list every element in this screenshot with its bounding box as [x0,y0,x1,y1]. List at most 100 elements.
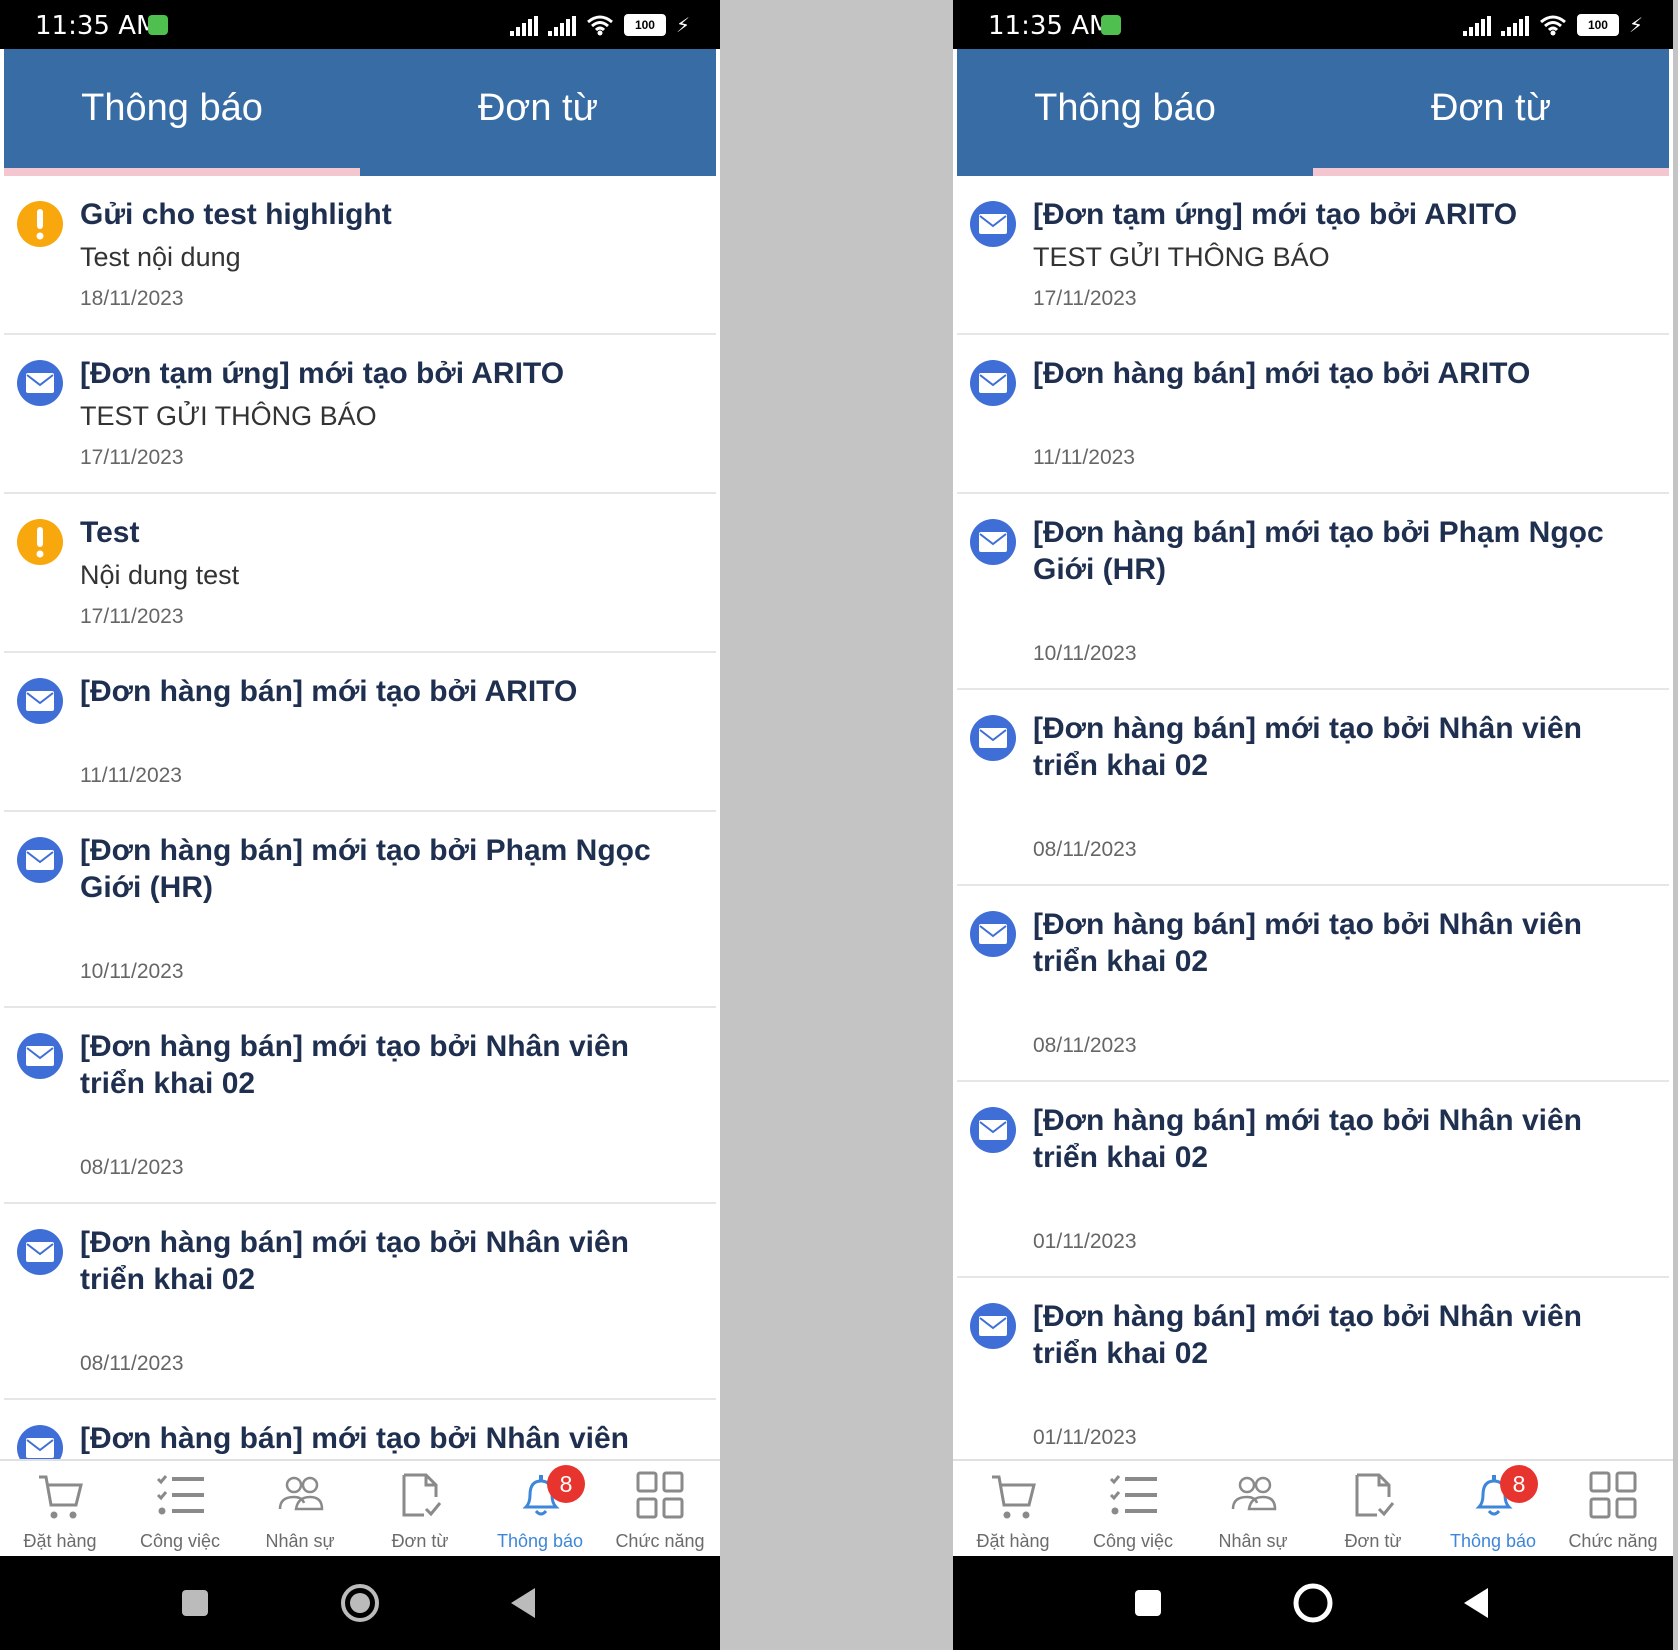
notification-item[interactable]: [Đơn hàng bán] mới tạo bởi Nhân viên tri… [957,690,1669,886]
status-bar: 11:35 AM 100 ⚡ [953,0,1673,49]
home-button[interactable] [1273,1556,1353,1650]
charging-icon: ⚡ [675,15,690,37]
notification-title: Gửi cho test highlight [80,198,392,231]
system-navigation-bar [953,1556,1673,1650]
app-notification-icon [148,15,168,35]
tab-don-tu[interactable]: Đơn từ [360,49,716,168]
nav-chuc-nang[interactable]: Chức năng [600,1461,720,1556]
nav-label: Công việc [1092,1531,1174,1551]
notification-item[interactable]: [Đơn hàng bán] mới tạo bởi ARITO 11/11/2… [957,335,1669,494]
nav-don-tu[interactable]: Đơn từ [360,1461,480,1556]
nav-label: Chức năng [615,1531,705,1551]
notification-item[interactable]: Gửi cho test highlight Test nội dung 18/… [4,176,716,335]
nav-label: Đơn từ [391,1531,449,1551]
mail-icon [970,911,1016,957]
phone-screen-right: 11:35 AM 100 ⚡ Thông báo Đơn từ [Đơn tạm… [953,0,1673,1650]
cart-icon [992,1475,1036,1519]
notification-item[interactable]: [Đơn hàng bán] mới tạo bởi Nhân viên tri… [4,1204,716,1400]
circle-icon [341,1584,379,1622]
notification-title: [Đơn tạm ứng] mới tạo bởi ARITO [80,357,565,390]
people-icon [1231,1476,1277,1511]
home-button[interactable] [320,1556,400,1650]
circle-icon [1293,1583,1333,1623]
notification-item[interactable]: [Đơn hàng bán] mới tạo bởi Nhân viên tri… [4,1400,716,1459]
back-button[interactable] [485,1556,565,1650]
mail-icon [17,678,63,724]
nav-don-tu[interactable]: Đơn từ [1313,1461,1433,1556]
notification-item[interactable]: [Đơn hàng bán] mới tạo bởi Phạm Ngọc Giớ… [957,494,1669,690]
notification-list[interactable]: [Đơn tạm ứng] mới tạo bởi ARITO TEST GỬI… [957,176,1669,1459]
back-button[interactable] [1438,1556,1518,1650]
document-icon [402,1473,442,1517]
recents-button[interactable] [1108,1556,1188,1650]
nav-chuc-nang[interactable]: Chức năng [1553,1461,1673,1556]
nav-label: Chức năng [1568,1531,1658,1551]
notification-date: 01/11/2023 [1033,1426,1137,1449]
tab-indicator [4,168,360,176]
mail-icon [970,1107,1016,1153]
notification-date: 11/11/2023 [1033,446,1135,469]
nav-dat-hang[interactable]: Đặt hàng [0,1461,120,1556]
notification-item[interactable]: [Đơn tạm ứng] mới tạo bởi ARITO TEST GỬI… [957,176,1669,335]
notification-date: 08/11/2023 [1033,1034,1137,1057]
notification-title: [Đơn hàng bán] mới tạo bởi ARITO [1033,357,1531,390]
status-time: 11:35 AM [988,11,1112,41]
signal-icon [509,16,538,36]
notification-title: [Đơn hàng bán] mới tạo bởi Phạm Ngọc Giớ… [80,834,651,904]
notification-title: Test [80,516,140,549]
recents-button[interactable] [155,1556,235,1650]
nav-cong-viec[interactable]: Công việc [1073,1461,1193,1556]
notification-title: [Đơn hàng bán] mới tạo bởi Nhân viên tri… [1033,1104,1582,1174]
notification-date: 18/11/2023 [80,287,184,310]
notification-date: 17/11/2023 [1033,287,1137,310]
mail-icon [17,837,63,883]
notification-date: 08/11/2023 [1033,838,1137,861]
notification-list[interactable]: Gửi cho test highlight Test nội dung 18/… [4,176,716,1459]
app-notification-icon [1101,15,1121,35]
notification-title: [Đơn hàng bán] mới tạo bởi Nhân viên tri… [80,1226,629,1296]
mail-icon [970,1303,1016,1349]
notification-date: 08/11/2023 [80,1156,184,1179]
notification-item[interactable]: Test Nội dung test 17/11/2023 [4,494,716,653]
nav-dat-hang[interactable]: Đặt hàng [953,1461,1073,1556]
square-icon [182,1590,208,1616]
notification-item[interactable]: [Đơn tạm ứng] mới tạo bởi ARITO TEST GỬI… [4,335,716,494]
notification-item[interactable]: [Đơn hàng bán] mới tạo bởi Nhân viên tri… [957,1082,1669,1278]
notification-date: 10/11/2023 [80,960,184,983]
mail-icon [970,715,1016,761]
nav-thong-bao[interactable]: 8 Thông báo [1433,1461,1553,1556]
notification-badge: 8 [1500,1465,1538,1503]
nav-label: Đơn từ [1344,1531,1402,1551]
nav-cong-viec[interactable]: Công việc [120,1461,240,1556]
status-time: 11:35 AM [35,11,159,41]
tab-thong-bao[interactable]: Thông báo [957,49,1313,168]
mail-icon [970,519,1016,565]
tab-bar: Thông báo Đơn từ [4,49,716,176]
notification-title: [Đơn hàng bán] mới tạo bởi Phạm Ngọc Giớ… [1033,516,1604,586]
task-list-icon [156,1475,204,1515]
notification-badge: 8 [547,1465,585,1503]
mail-icon [970,360,1016,406]
signal-icon [547,16,576,36]
signal-icon [1462,16,1491,36]
nav-nhan-su[interactable]: Nhân sự [1193,1461,1313,1556]
tab-thong-bao[interactable]: Thông báo [4,49,360,168]
notification-item[interactable]: [Đơn hàng bán] mới tạo bởi Nhân viên tri… [4,1008,716,1204]
bottom-navigation: Đặt hàng Công việc Nhân sự Đơn từ 8 Thôn… [953,1459,1673,1556]
notification-title: [Đơn hàng bán] mới tạo bởi Nhân viên tri… [1033,712,1582,782]
document-icon [1355,1473,1395,1517]
people-icon [278,1476,324,1511]
charging-icon: ⚡ [1628,15,1643,37]
tab-don-tu[interactable]: Đơn từ [1313,49,1669,168]
notification-item[interactable]: [Đơn hàng bán] mới tạo bởi ARITO 11/11/2… [4,653,716,812]
notification-content: TEST GỬI THÔNG BÁO [80,401,377,431]
phone-screen-left: 11:35 AM 100 ⚡ Thông báo Đơn từ Gửi cho … [0,0,720,1650]
notification-item[interactable]: [Đơn hàng bán] mới tạo bởi Nhân viên tri… [957,1278,1669,1459]
notification-item[interactable]: [Đơn hàng bán] mới tạo bởi Phạm Ngọc Giớ… [4,812,716,1008]
tab-bar: Thông báo Đơn từ [957,49,1669,176]
system-navigation-bar [0,1556,720,1650]
notification-item[interactable]: [Đơn hàng bán] mới tạo bởi Nhân viên tri… [957,886,1669,1082]
nav-nhan-su[interactable]: Nhân sự [240,1461,360,1556]
battery-icon: 100 [1576,14,1619,36]
nav-thong-bao[interactable]: 8 Thông báo [480,1461,600,1556]
